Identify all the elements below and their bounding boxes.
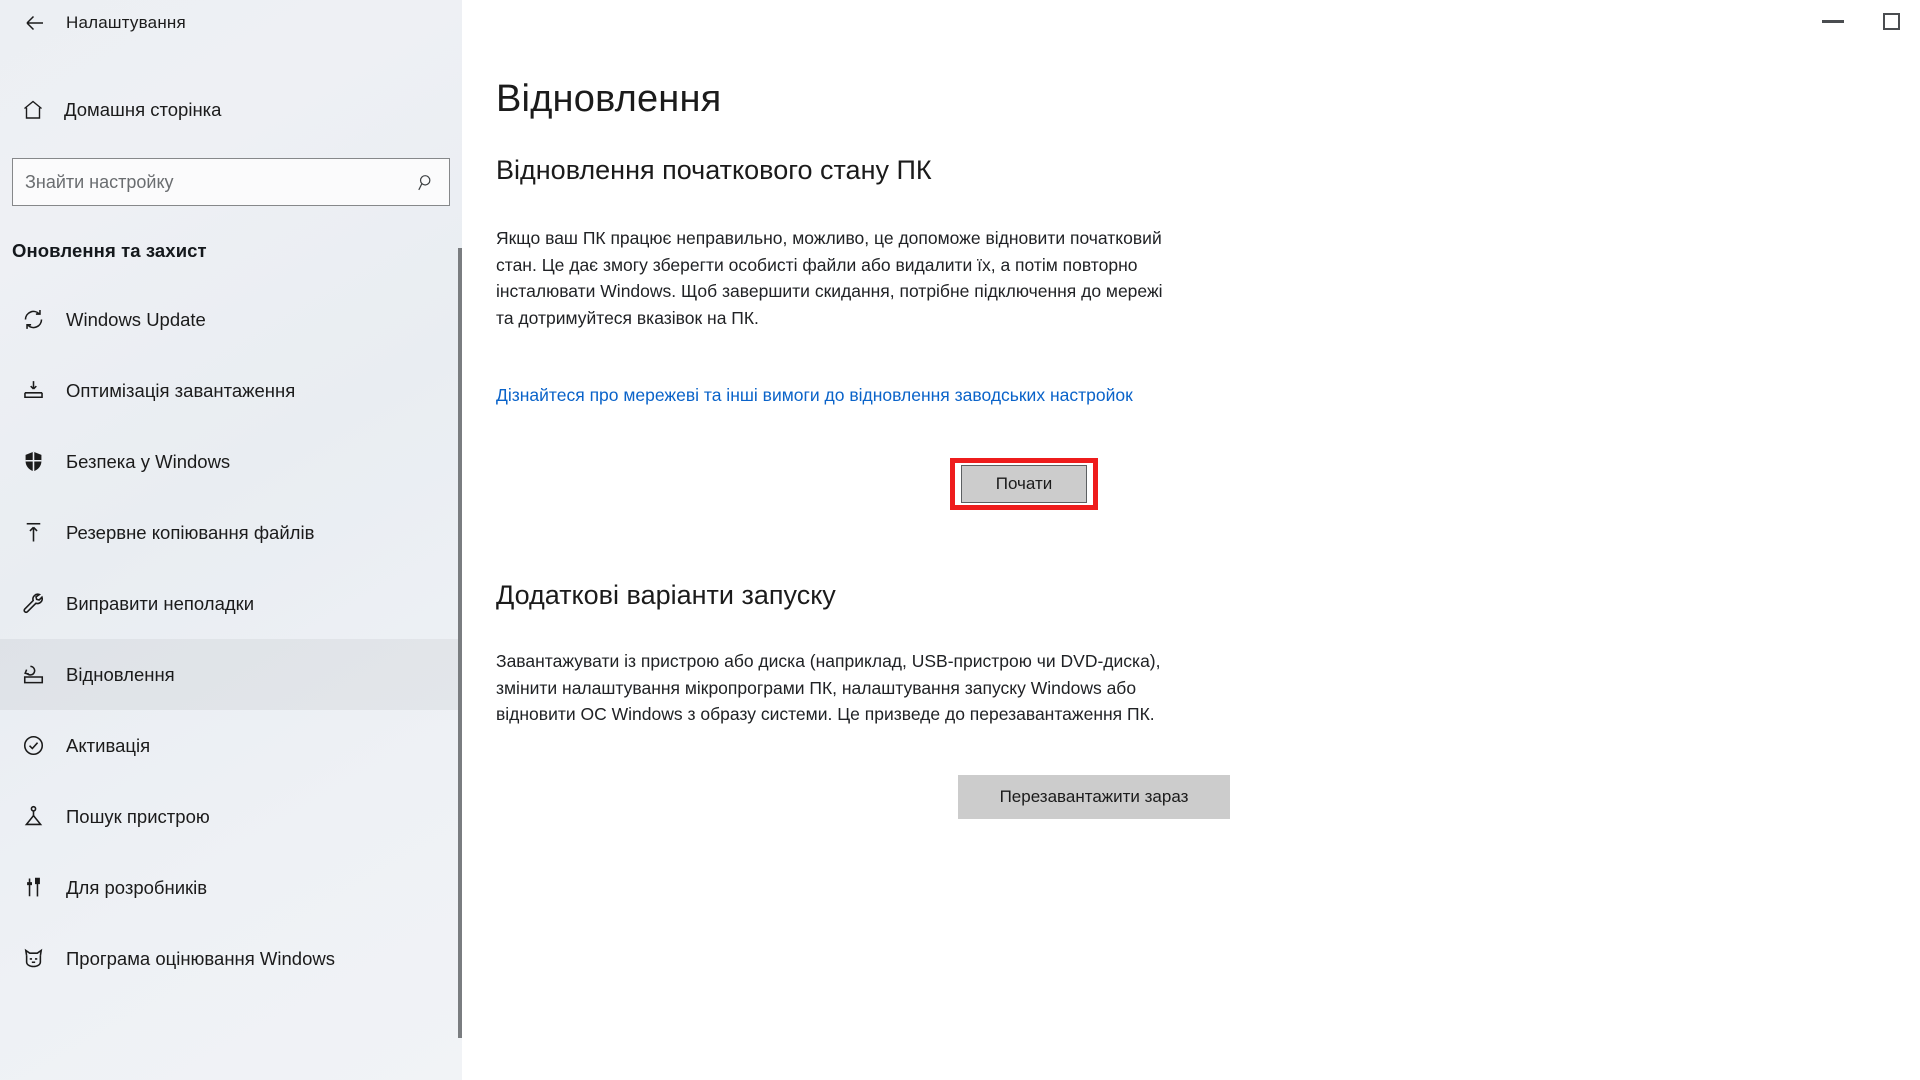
sidebar-item-label: Резервне копіювання файлів	[66, 521, 315, 543]
search-icon[interactable]	[410, 172, 437, 193]
sidebar-item-find-my-device[interactable]: Пошук пристрою	[0, 781, 462, 852]
sidebar-item-windows-security[interactable]: Безпека у Windows	[0, 426, 462, 497]
backup-upload-icon	[12, 520, 54, 545]
window-controls	[1804, 0, 1920, 42]
sync-icon	[12, 307, 54, 332]
sidebar-item-label: Активація	[66, 734, 151, 756]
home-icon	[12, 98, 54, 122]
maximize-icon	[1882, 12, 1900, 30]
sidebar-item-recovery[interactable]: Відновлення	[0, 639, 462, 710]
sidebar-item-troubleshoot[interactable]: Виправити неполадки	[0, 568, 462, 639]
reset-pc-description: Якщо ваш ПК працює неправильно, можливо,…	[496, 228, 1163, 328]
download-optimization-icon	[12, 378, 54, 403]
recovery-icon	[12, 662, 54, 687]
settings-window: Налаштування Домашня сторінка Он	[0, 0, 1920, 1080]
sidebar-item-label: Безпека у Windows	[66, 450, 231, 472]
sidebar-item-for-developers[interactable]: Для розробників	[0, 852, 462, 923]
sidebar-item-home[interactable]: Домашня сторінка	[0, 86, 462, 134]
main-content: Відновлення Відновлення початкового стан…	[462, 0, 1920, 1080]
sidebar-item-windows-insider[interactable]: Програма оцінювання Windows	[0, 923, 462, 994]
sidebar-item-label: Windows Update	[66, 308, 206, 330]
find-device-icon	[12, 804, 54, 829]
maximize-button[interactable]	[1862, 0, 1920, 42]
start-button[interactable]: Почати	[961, 465, 1087, 503]
reset-requirements-link-wrap: Дізнайтеся про мережеві та інші вимоги д…	[496, 382, 1176, 409]
minimize-button[interactable]	[1804, 0, 1862, 42]
start-button-highlight: Почати	[950, 458, 1098, 510]
search-input[interactable]	[25, 171, 410, 193]
reset-pc-heading: Відновлення початкового стану ПК	[496, 155, 932, 185]
sidebar-item-activation[interactable]: Активація	[0, 710, 462, 781]
advanced-startup-description: Завантажувати із пристрою або диска (нап…	[496, 651, 1161, 724]
sidebar-item-delivery-optimization[interactable]: Оптимізація завантаження	[0, 355, 462, 426]
sidebar-item-label: Пошук пристрою	[66, 805, 210, 827]
back-arrow-icon[interactable]	[14, 6, 56, 40]
search-box[interactable]	[12, 158, 450, 206]
sidebar-group-title: Оновлення та захист	[12, 240, 207, 261]
app-title: Налаштування	[66, 13, 186, 32]
sidebar-item-file-backup[interactable]: Резервне копіювання файлів	[0, 497, 462, 568]
restart-now-button[interactable]: Перезавантажити зараз	[958, 775, 1230, 819]
sidebar-item-label: Виправити неполадки	[66, 592, 255, 614]
wrench-icon	[12, 591, 54, 616]
sidebar-item-home-label: Домашня сторінка	[64, 99, 222, 120]
ninja-cat-icon	[12, 946, 54, 971]
check-circle-icon	[12, 733, 54, 758]
sidebar-item-label: Оптимізація завантаження	[66, 379, 296, 401]
developer-tools-icon	[12, 875, 54, 900]
sidebar: Налаштування Домашня сторінка Он	[0, 0, 462, 1080]
reset-requirements-link[interactable]: Дізнайтеся про мережеві та інші вимоги д…	[496, 385, 1133, 405]
sidebar-item-label: Відновлення	[66, 663, 175, 685]
sidebar-nav: Windows Update Оптимізація завантаження	[0, 284, 462, 994]
minimize-icon	[1822, 19, 1844, 23]
sidebar-item-label: Програма оцінювання Windows	[66, 947, 335, 969]
title-bar: Налаштування	[0, 0, 462, 46]
page-title: Відновлення	[496, 78, 722, 120]
search-container	[12, 158, 450, 206]
advanced-startup-heading: Додаткові варіанти запуску	[496, 580, 836, 610]
shield-icon	[12, 449, 54, 474]
sidebar-item-label: Для розробників	[66, 876, 208, 898]
sidebar-item-windows-update[interactable]: Windows Update	[0, 284, 462, 355]
